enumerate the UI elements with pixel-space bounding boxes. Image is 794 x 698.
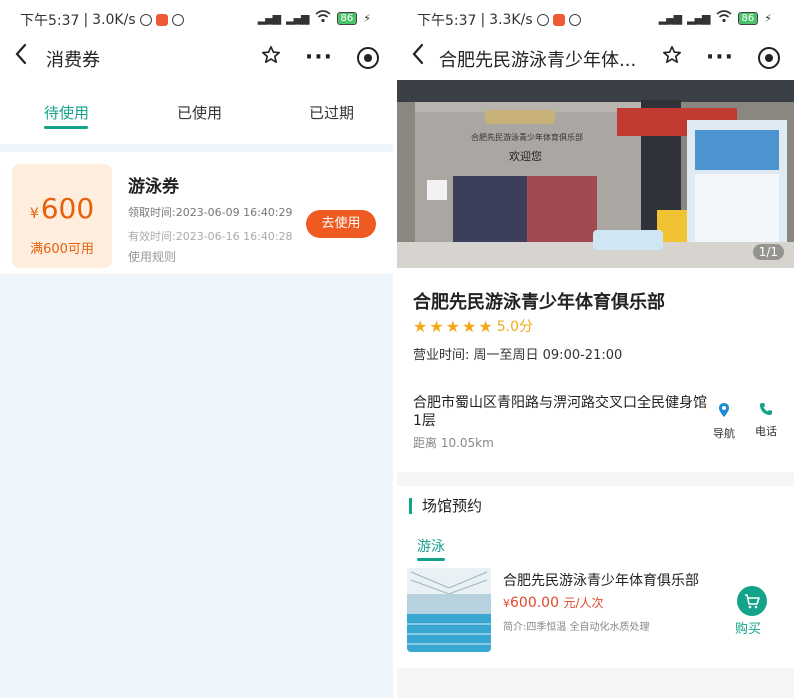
call-button[interactable]: 电话 xyxy=(751,402,781,439)
page-title: 消费券 xyxy=(46,50,100,71)
venue-rating: ★ ★ ★ ★ ★ 5.0分 xyxy=(413,316,533,336)
back-icon[interactable] xyxy=(14,42,28,72)
use-coupon-button[interactable]: 去使用 xyxy=(306,210,376,238)
alarm-icon xyxy=(536,14,549,26)
coupon-condition: 满600可用 xyxy=(30,242,94,257)
battery-icon: 86 xyxy=(737,12,759,25)
status-bar: 下午5:37 | 3.3K/s ▂▄▆ ▂▄▆ 86 ⚡ xyxy=(397,0,794,36)
product-image[interactable] xyxy=(407,568,491,652)
star-icon: ★ xyxy=(445,316,461,336)
network-speed: 3.3K/s xyxy=(489,12,533,28)
coupon-valid-time: 有效时间:2023-06-16 16:40:28 xyxy=(128,230,293,243)
phone-icon xyxy=(751,402,781,419)
network-speed: 3.0K/s xyxy=(92,12,136,28)
close-miniapp-icon[interactable] xyxy=(758,47,780,69)
call-label: 电话 xyxy=(755,425,777,438)
venue-address: 合肥市蜀山区青阳路与淠河路交叉口全民健身馆1层 xyxy=(413,395,707,429)
nav-bar: 合肥先民游泳青少年体... ··· xyxy=(397,36,794,80)
coupon-tabs: 待使用 已使用 已过期 xyxy=(0,80,393,144)
coupon-value-block: ¥600 满600可用 xyxy=(12,164,112,268)
signal-icon: ▂▄▆ xyxy=(658,12,682,25)
product-price: ¥600.00 元/人次 xyxy=(503,595,604,611)
back-icon[interactable] xyxy=(411,42,425,72)
status-bar: 下午5:37 | 3.0K/s ▂▄▆ ▂▄▆ 86 ⚡ xyxy=(0,0,393,36)
tab-swimming[interactable]: 游泳 xyxy=(417,536,445,556)
coupon-rules-link[interactable]: 使用规则 xyxy=(128,248,176,265)
coupon-name: 游泳券 xyxy=(128,177,179,197)
venue-photo[interactable]: 合肥先民游泳青少年体育俱乐部 欢迎您 1/1 xyxy=(397,80,794,268)
venue-info-card: 合肥先民游泳青少年体育俱乐部 ★ ★ ★ ★ ★ 5.0分 营业时间: 周一至周… xyxy=(397,268,794,472)
venue-screen: 下午5:37 | 3.3K/s ▂▄▆ ▂▄▆ 86 ⚡ 合肥先民游泳青少年体.… xyxy=(397,0,794,698)
star-icon: ★ xyxy=(413,316,428,336)
settings-icon xyxy=(568,14,581,26)
location-pin-icon xyxy=(709,402,739,421)
app-notification-icon xyxy=(552,14,565,26)
star-icon[interactable] xyxy=(261,44,281,72)
alarm-icon xyxy=(139,14,152,26)
close-miniapp-icon[interactable] xyxy=(357,47,379,69)
wifi-icon xyxy=(716,10,732,27)
star-icon: ★ xyxy=(478,316,493,336)
coupon-amount: ¥600 xyxy=(29,192,95,225)
business-hours: 营业时间: 周一至周日 09:00-21:00 xyxy=(413,348,623,363)
star-icon: ★ xyxy=(429,316,444,336)
signal-icon-2: ▂▄▆ xyxy=(687,12,710,25)
charging-icon: ⚡ xyxy=(764,12,772,25)
wifi-icon xyxy=(315,10,331,27)
photo-counter: 1/1 xyxy=(752,244,784,260)
coupon-card: ¥600 满600可用 游泳券 领取时间:2023-06-09 16:40:29… xyxy=(0,152,393,274)
svg-text:合肥先民游泳青少年体育俱乐部: 合肥先民游泳青少年体育俱乐部 xyxy=(471,132,583,142)
active-tab-indicator xyxy=(44,126,88,129)
tab-unused[interactable]: 待使用 xyxy=(44,102,89,123)
tab-expired[interactable]: 已过期 xyxy=(309,102,354,123)
star-icon: ★ xyxy=(462,316,477,336)
navigate-label: 导航 xyxy=(713,427,735,440)
app-notification-icon xyxy=(155,14,168,26)
active-tab-indicator xyxy=(417,558,445,561)
rating-value: 5.0分 xyxy=(496,319,533,335)
product-description: 简介:四季恒温 全自动化水质处理 xyxy=(503,622,650,633)
navigate-button[interactable]: 导航 xyxy=(709,402,739,441)
booking-card: 场馆预约 游泳 合肥先民游泳青少年体育俱乐部 ¥600.00 元/人次 简介:四… xyxy=(397,486,794,668)
more-icon[interactable]: ··· xyxy=(305,44,333,72)
status-time: 下午5:37 xyxy=(417,13,477,29)
signal-icon-2: ▂▄▆ xyxy=(286,12,309,25)
section-title: 场馆预约 xyxy=(409,498,482,514)
cart-icon[interactable] xyxy=(737,586,767,616)
charging-icon: ⚡ xyxy=(363,12,371,25)
page-title: 合肥先民游泳青少年体... xyxy=(439,50,637,71)
svg-text:欢迎您: 欢迎您 xyxy=(509,149,542,163)
status-time: 下午5:37 xyxy=(20,13,80,29)
coupon-received-time: 领取时间:2023-06-09 16:40:29 xyxy=(128,206,293,219)
battery-icon: 86 xyxy=(336,12,358,25)
venue-name: 合肥先民游泳青少年体育俱乐部 xyxy=(413,292,665,313)
star-icon[interactable] xyxy=(662,44,682,72)
signal-icon: ▂▄▆ xyxy=(257,12,281,25)
nav-bar: 消费券 ··· xyxy=(0,36,393,80)
product-name: 合肥先民游泳青少年体育俱乐部 xyxy=(503,573,699,589)
settings-icon xyxy=(171,14,184,26)
venue-distance: 距离 10.05km xyxy=(413,436,494,450)
buy-button[interactable]: 购买 xyxy=(735,618,761,637)
more-icon[interactable]: ··· xyxy=(706,44,734,72)
tab-used[interactable]: 已使用 xyxy=(177,102,222,123)
coupon-screen: 下午5:37 | 3.0K/s ▂▄▆ ▂▄▆ 86 ⚡ 消费券 ··· 待使用… xyxy=(0,0,393,698)
